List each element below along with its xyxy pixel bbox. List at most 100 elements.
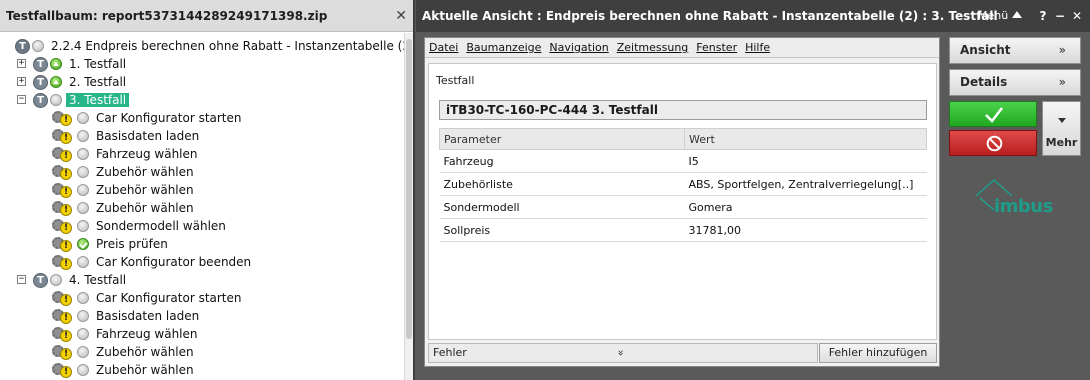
collapse-icon[interactable]: − (17, 95, 26, 104)
column-header-parameter[interactable]: Parameter (439, 128, 685, 150)
tree-node-label: Car Konfigurator beenden (96, 255, 252, 269)
testcase-tree-panel: Testfallbaum: report5373144289249171398.… (0, 0, 415, 380)
keyword-gear-icon: ! (52, 290, 74, 306)
warning-icon: ! (60, 330, 72, 342)
keyword-gear-icon: ! (52, 182, 74, 198)
menu-hilfe[interactable]: Hilfe (745, 41, 770, 54)
tree-step-node[interactable]: ! Zubehör wählen (52, 181, 194, 199)
chevron-down-icon (1058, 118, 1066, 123)
status-not-run-icon (77, 310, 89, 322)
add-error-button[interactable]: Fehler hinzufügen (819, 343, 937, 363)
warning-icon: ! (60, 366, 72, 378)
tree-node-label: Zubehör wählen (96, 363, 194, 377)
minimize-button[interactable]: − (1053, 0, 1067, 32)
tree-testcase-node[interactable]: T 1. Testfall (33, 55, 126, 73)
status-not-run-icon (77, 202, 89, 214)
pass-button[interactable] (949, 101, 1037, 127)
param-name: Fahrzeug (439, 149, 685, 173)
checkmark-icon (985, 107, 1003, 123)
param-name: Zubehörliste (439, 172, 685, 196)
tree-node-label: 3. Testfall (66, 93, 130, 107)
status-not-run-icon (77, 148, 89, 160)
keyword-gear-icon: ! (52, 110, 74, 126)
tree-testcase-node[interactable]: T 4. Testfall (33, 271, 126, 289)
param-value: 31781,00 (684, 218, 927, 242)
status-not-run-icon (77, 220, 89, 232)
tree-step-node[interactable]: ! Car Konfigurator beenden (52, 253, 251, 271)
keyword-gear-icon: ! (52, 344, 74, 360)
tree-panel-title: Testfallbaum: report5373144289249171398.… (0, 0, 413, 32)
menu-zeitmessung[interactable]: Zeitmessung (617, 41, 689, 54)
warning-icon: ! (60, 312, 72, 324)
status-not-run-icon (77, 346, 89, 358)
collapse-icon[interactable]: − (17, 275, 26, 284)
tree-step-node[interactable]: ! Zubehör wählen (52, 199, 194, 217)
scrollbar-thumb[interactable] (406, 39, 412, 339)
keyword-gear-icon: ! (52, 164, 74, 180)
status-not-run-icon (50, 94, 62, 106)
help-button[interactable]: ? (1036, 0, 1050, 32)
status-not-run-icon (77, 328, 89, 340)
error-section-label: Fehler (433, 346, 467, 359)
expand-icon[interactable]: + (17, 77, 26, 86)
keyword-gear-icon: ! (52, 308, 74, 324)
tree-root-node[interactable]: T 2.2.4 Endpreis berechnen ohne Rabatt - … (15, 37, 406, 55)
status-not-run-icon (77, 166, 89, 178)
section-label: Testfall (436, 74, 475, 87)
keyword-gear-icon: ! (52, 326, 74, 342)
expand-icon[interactable]: + (17, 59, 26, 68)
tree-node-label: Zubehör wählen (96, 201, 194, 215)
fail-button[interactable] (949, 130, 1037, 156)
expand-icon: » (1058, 43, 1066, 57)
close-icon[interactable]: ✕ (395, 0, 407, 32)
menu-label: Menü (978, 9, 1009, 22)
tree-node-label: Basisdaten laden (96, 309, 200, 323)
table-row[interactable]: Sollpreis 31781,00 (439, 218, 927, 242)
tree-step-node[interactable]: ! Basisdaten laden (52, 127, 199, 145)
warning-icon: ! (60, 348, 72, 360)
tree-node-label: Car Konfigurator starten (96, 111, 242, 125)
ansicht-label: Ansicht (960, 43, 1011, 57)
tree-step-node[interactable]: ! Preis prüfen (52, 235, 168, 253)
close-button[interactable]: ✕ (1070, 0, 1084, 32)
tree-step-node[interactable]: ! Zubehör wählen (52, 343, 194, 361)
testcase-icon: T (33, 272, 48, 288)
tree-testcase-node[interactable]: T 3. Testfall (33, 91, 130, 109)
tree-step-node[interactable]: ! Car Konfigurator starten (52, 289, 242, 307)
table-row[interactable]: Sondermodell Gomera (439, 195, 927, 219)
menu-navigation[interactable]: Navigation (549, 41, 608, 54)
imbus-logo: imbus (972, 176, 1054, 220)
tree-step-node[interactable]: ! Zubehör wählen (52, 361, 194, 379)
menu-baumanzeige[interactable]: Baumanzeige (466, 41, 541, 54)
menu-datei[interactable]: Datei (429, 41, 458, 54)
testcase-tree[interactable]: T 2.2.4 Endpreis berechnen ohne Rabatt - … (0, 37, 406, 380)
warning-icon: ! (60, 132, 72, 144)
tree-scrollbar[interactable] (404, 33, 413, 380)
table-row[interactable]: Fahrzeug I5 (439, 149, 927, 173)
details-button[interactable]: Details » (949, 69, 1081, 96)
tree-node-label: 2.2.4 Endpreis berechnen ohne Rabatt - I… (51, 39, 406, 53)
warning-icon: ! (60, 150, 72, 162)
tree-testcase-node[interactable]: T 2. Testfall (33, 73, 126, 91)
prohibited-icon (986, 135, 1003, 152)
main-view: Datei Baumanzeige Navigation Zeitmessung… (424, 37, 940, 367)
column-header-wert[interactable]: Wert (684, 128, 927, 150)
menu-fenster[interactable]: Fenster (696, 41, 737, 54)
tree-node-label: Sondermodell wählen (96, 219, 226, 233)
menu-button[interactable]: Menü (978, 0, 1023, 32)
warning-icon: ! (60, 114, 72, 126)
status-not-run-icon (32, 40, 44, 52)
table-row[interactable]: Zubehörliste ABS, Sportfelgen, Zentralve… (439, 172, 927, 196)
tree-step-node[interactable]: ! Zubehör wählen (52, 163, 194, 181)
menubar: Datei Baumanzeige Navigation Zeitmessung… (425, 38, 939, 58)
tree-step-node[interactable]: ! Fahrzeug wählen (52, 145, 198, 163)
tree-step-node[interactable]: ! Sondermodell wählen (52, 217, 226, 235)
error-section-toggle[interactable]: Fehler » (428, 343, 818, 363)
warning-icon: ! (60, 186, 72, 198)
ansicht-button[interactable]: Ansicht » (949, 37, 1081, 64)
tree-step-node[interactable]: ! Fahrzeug wählen (52, 325, 198, 343)
status-not-run-icon (77, 256, 89, 268)
tree-step-node[interactable]: ! Basisdaten laden (52, 307, 199, 325)
tree-step-node[interactable]: ! Car Konfigurator starten (52, 109, 242, 127)
more-button[interactable]: Mehr (1042, 101, 1081, 156)
